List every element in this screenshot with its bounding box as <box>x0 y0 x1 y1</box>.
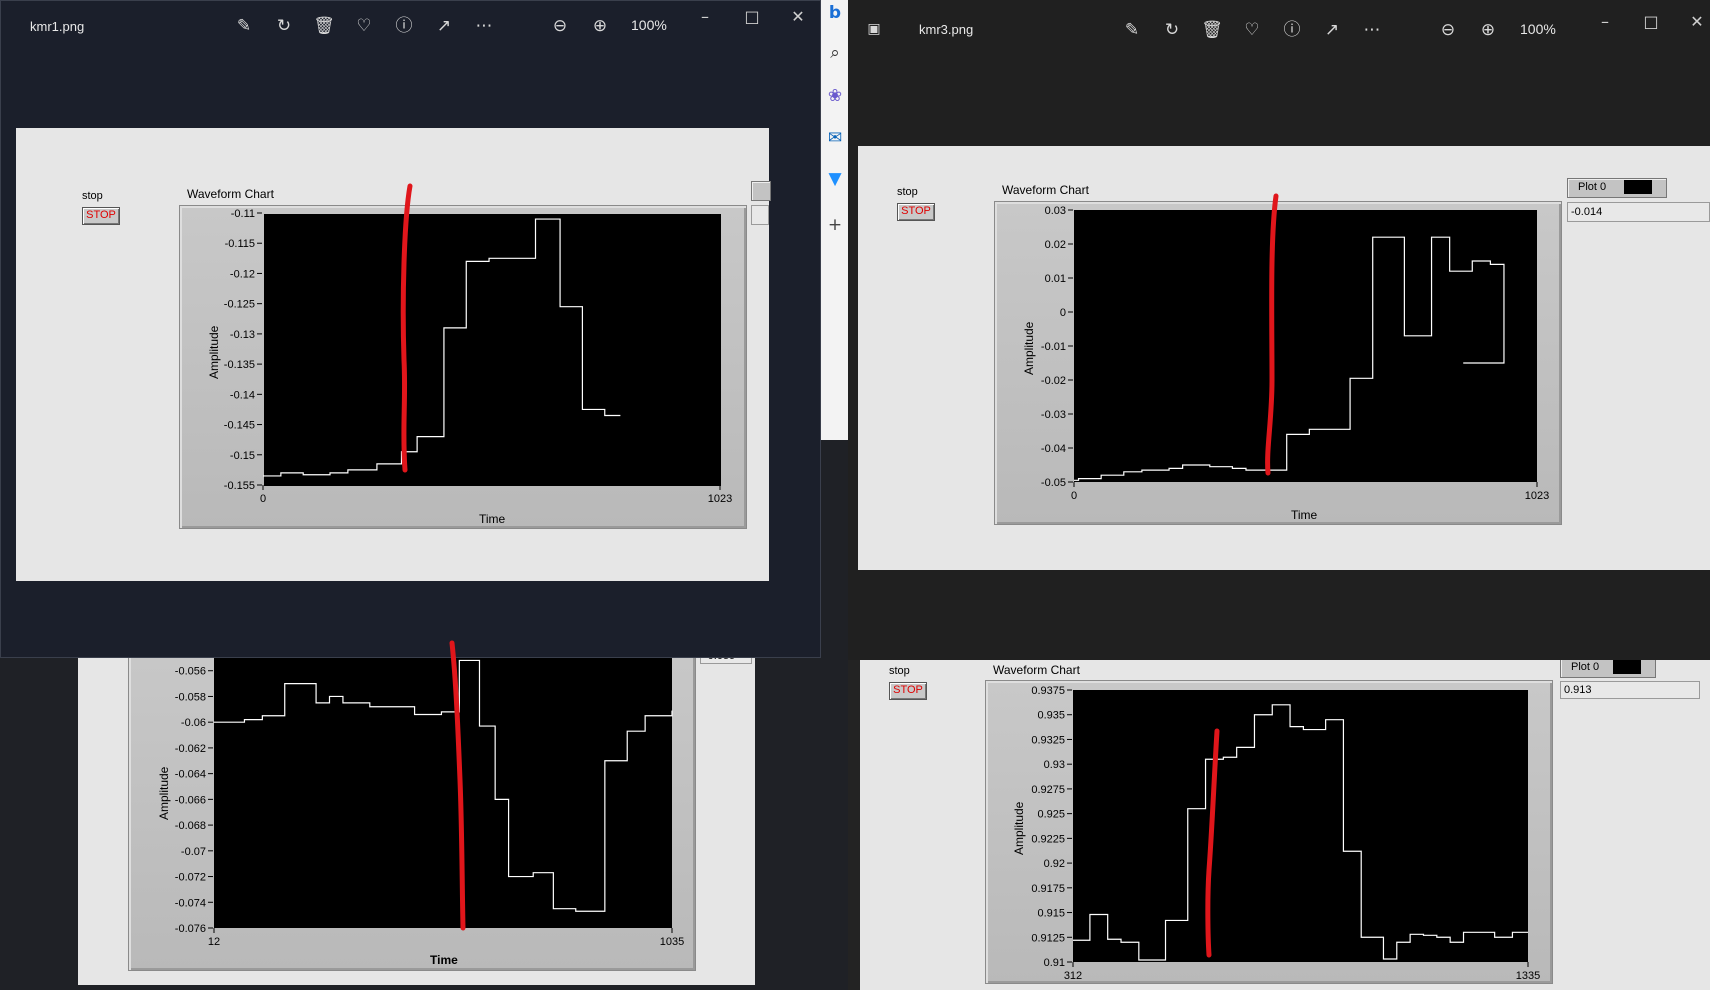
y-tick-label: 0.02 <box>1045 239 1066 251</box>
x-tick-label: 1335 <box>1516 970 1540 982</box>
y-tick-label: 0.9375 <box>1031 685 1065 697</box>
y-tick-label: -0.155 <box>224 480 255 492</box>
y-tick-label: 0.9175 <box>1031 883 1065 895</box>
y-tick-label: -0.13 <box>230 329 255 341</box>
y-tick-label: -0.11 <box>231 208 255 220</box>
y-tick-label: -0.062 <box>175 743 206 755</box>
y-tick-label: 0.925 <box>1037 809 1065 821</box>
series-trace <box>1074 236 1505 481</box>
y-tick-label: -0.04 <box>1041 443 1066 455</box>
y-tick-label: -0.02 <box>1041 375 1066 387</box>
y-tick-label: -0.058 <box>175 691 206 703</box>
x-tick-label: 312 <box>1064 970 1082 982</box>
y-tick-label: -0.07 <box>181 846 206 858</box>
y-tick-label: -0.074 <box>175 897 206 909</box>
y-tick-label: -0.076 <box>175 923 206 935</box>
y-tick-label: 0.93 <box>1044 759 1065 771</box>
y-tick-label: -0.145 <box>224 420 255 432</box>
y-tick-label: -0.05 <box>1041 477 1066 489</box>
y-tick-label: 0.03 <box>1045 205 1066 217</box>
chart-3: -0.056 -0.058 -0.06 -0.062 -0.064 -0.066 -0.06… <box>175 659 684 948</box>
x-tick-label: 12 <box>208 936 220 948</box>
y-tick-label: -0.125 <box>224 299 255 311</box>
y-tick-label: 0.91 <box>1044 957 1065 969</box>
y-tick-label: -0.064 <box>175 769 206 781</box>
y-tick-label: -0.068 <box>175 820 206 832</box>
red-annotation-3 <box>449 640 466 931</box>
y-tick-label: -0.03 <box>1041 409 1066 421</box>
y-tick-label: 0.9125 <box>1031 932 1065 944</box>
chart-2: 0.03 0.02 0.01 0 -0.01 -0.02 -0.03 -0.04 -0.05 0 1… <box>1041 205 1549 502</box>
red-annotation-2 <box>1265 193 1279 476</box>
red-annotation-1 <box>400 183 413 473</box>
chart-overlay: -0.11 -0.115 -0.12 -0.125 -0.13 -0.135 -0.14 -0… <box>175 183 1549 982</box>
y-tick-label: -0.115 <box>225 238 255 250</box>
y-tick-label: -0.01 <box>1041 341 1066 353</box>
x-tick-label: 1035 <box>660 936 684 948</box>
x-tick-label: 1023 <box>708 493 732 505</box>
y-tick-label: -0.072 <box>175 872 206 884</box>
red-annotation-4 <box>1205 728 1220 958</box>
y-tick-label: 0.9225 <box>1031 833 1065 845</box>
y-tick-label: -0.15 <box>230 450 255 462</box>
x-tick-label: 1023 <box>1525 490 1549 502</box>
y-tick-label: -0.12 <box>230 268 255 280</box>
y-tick-label: 0.935 <box>1037 710 1065 722</box>
y-tick-label: -0.066 <box>175 794 206 806</box>
series-trace <box>214 659 673 912</box>
y-tick-label: 0.01 <box>1045 273 1066 285</box>
y-tick-label: 0.92 <box>1044 858 1065 870</box>
y-tick-label: -0.06 <box>181 717 206 729</box>
series-trace <box>263 218 621 477</box>
series-trace <box>1073 704 1528 961</box>
y-tick-label: -0.056 <box>175 666 206 678</box>
x-tick-label: 0 <box>1071 490 1077 502</box>
x-tick-label: 0 <box>260 493 266 505</box>
chart-1: -0.11 -0.115 -0.12 -0.125 -0.13 -0.135 -0.14 -0… <box>224 208 732 505</box>
y-tick-label: 0.9275 <box>1031 784 1065 796</box>
y-tick-label: -0.14 <box>230 389 255 401</box>
y-tick-label: 0 <box>1060 307 1066 319</box>
y-tick-label: -0.135 <box>224 359 255 371</box>
y-tick-label: 0.9325 <box>1031 734 1065 746</box>
chart-4: 0.9375 0.935 0.9325 0.93 0.9275 0.925 0.9225 0.… <box>1031 685 1540 982</box>
y-tick-label: 0.915 <box>1037 908 1065 920</box>
